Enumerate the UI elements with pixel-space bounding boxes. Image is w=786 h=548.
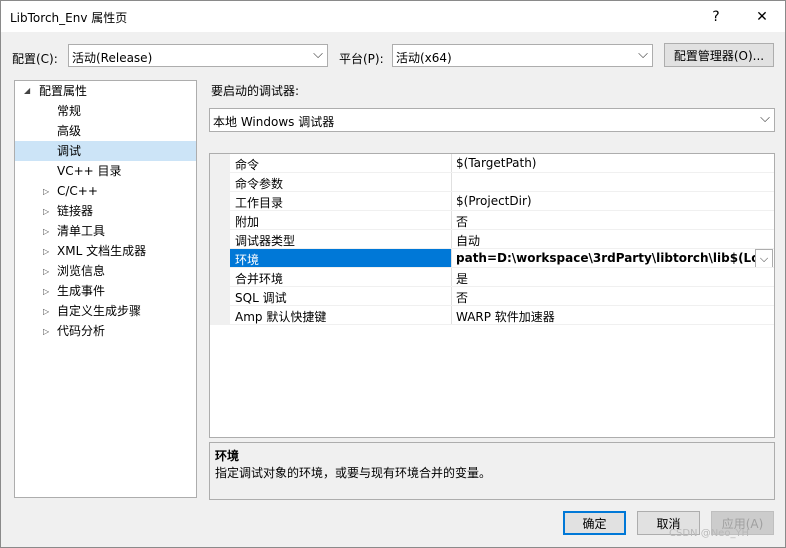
chevron-down-icon: ⌵	[313, 47, 323, 62]
column-separator	[451, 268, 452, 287]
column-separator	[451, 230, 452, 249]
tree-item-vc-directories[interactable]: VC++ 目录	[57, 161, 187, 181]
row-gutter	[210, 211, 230, 230]
property-name: 命令	[235, 158, 260, 172]
tree-item-build-events[interactable]: 生成事件	[57, 281, 105, 301]
watermark: CSDN @Neo_YH	[669, 528, 750, 539]
column-separator	[451, 287, 452, 306]
tree-item-cpp[interactable]: C/C++	[57, 181, 98, 201]
row-gutter	[210, 192, 230, 211]
description-title: 环境	[215, 449, 240, 463]
config-label: 配置(C):	[12, 52, 58, 66]
row-gutter	[210, 230, 230, 249]
collapsed-triangle-icon[interactable]: ▷	[43, 267, 49, 276]
chevron-down-icon[interactable]: ⌵	[755, 249, 773, 268]
property-row-debugger-type[interactable]: 调试器类型 自动	[210, 230, 774, 249]
property-name: 合并环境	[235, 272, 284, 286]
property-name: 环境	[235, 253, 260, 267]
debugger-value: 本地 Windows 调试器	[213, 115, 335, 129]
config-dropdown[interactable]: 活动(Release) ⌵	[68, 44, 328, 67]
property-value[interactable]: $(TargetPath)	[456, 156, 536, 170]
tree-item-code-analysis[interactable]: 代码分析	[57, 321, 105, 341]
property-name: Amp 默认快捷键	[235, 310, 327, 324]
help-button[interactable]: ?	[693, 1, 739, 32]
tree-item-custom-build-step[interactable]: 自定义生成步骤	[57, 301, 141, 321]
tree-item-advanced[interactable]: 高级	[57, 121, 187, 141]
name-cell	[230, 211, 451, 230]
name-cell	[230, 154, 451, 173]
window-title: LibTorch_Env 属性页	[10, 11, 128, 25]
column-separator	[451, 154, 452, 173]
property-pages-window: LibTorch_Env 属性页 ? ✕ 配置(C): 活动(Release) …	[0, 0, 786, 548]
row-gutter	[210, 306, 230, 325]
property-row-sql-debugging[interactable]: SQL 调试 否	[210, 287, 774, 306]
collapsed-triangle-icon[interactable]: ▷	[43, 307, 49, 316]
column-separator	[451, 211, 452, 230]
property-value[interactable]: 是	[456, 270, 468, 287]
property-tree[interactable]: ◢ 配置属性 常规 高级 调试 VC++ 目录 ▷ C/C++ ▷ 链接器 ▷ …	[14, 80, 197, 498]
close-button[interactable]: ✕	[739, 1, 785, 32]
property-row-command[interactable]: 命令 $(TargetPath)	[210, 154, 774, 173]
property-row-working-directory[interactable]: 工作目录 $(ProjectDir)	[210, 192, 774, 211]
debugger-dropdown[interactable]: 本地 Windows 调试器 ⌵	[209, 108, 775, 132]
platform-value: 活动(x64)	[396, 51, 452, 65]
property-value[interactable]: WARP 软件加速器	[456, 308, 555, 325]
property-row-command-args[interactable]: 命令参数	[210, 173, 774, 192]
config-manager-button[interactable]: 配置管理器(O)...	[664, 43, 774, 67]
property-value[interactable]: $(ProjectDir)	[456, 194, 532, 208]
config-value: 活动(Release)	[72, 51, 153, 65]
row-gutter	[210, 154, 230, 173]
name-cell	[230, 249, 451, 268]
collapsed-triangle-icon[interactable]: ▷	[43, 207, 49, 216]
property-name: 调试器类型	[235, 234, 296, 248]
debugger-label: 要启动的调试器:	[211, 84, 300, 98]
tree-item-manifest-tool[interactable]: 清单工具	[57, 221, 105, 241]
column-separator	[451, 192, 452, 211]
tree-item-xml-doc-generator[interactable]: XML 文档生成器	[57, 241, 146, 261]
collapsed-triangle-icon[interactable]: ▷	[43, 227, 49, 236]
chevron-down-icon: ⌵	[638, 47, 648, 62]
row-gutter	[210, 287, 230, 306]
property-grid[interactable]: 命令 $(TargetPath) 命令参数 工作目录 $(ProjectDir)…	[209, 153, 775, 438]
tree-item-debugging[interactable]: 调试	[15, 141, 196, 161]
row-gutter	[210, 268, 230, 287]
tree-item-browse-info[interactable]: 浏览信息	[57, 261, 105, 281]
property-name: 附加	[235, 215, 260, 229]
property-row-environment[interactable]: 环境 path=D:\workspace\3rdParty\libtorch\l…	[210, 249, 774, 268]
platform-label: 平台(P):	[339, 52, 384, 66]
collapsed-triangle-icon[interactable]: ▷	[43, 287, 49, 296]
collapsed-triangle-icon[interactable]: ▷	[43, 327, 49, 336]
row-divider	[230, 324, 774, 325]
column-separator	[451, 306, 452, 325]
tree-item-general[interactable]: 常规	[57, 101, 187, 121]
property-value[interactable]: 否	[456, 213, 468, 230]
ok-button[interactable]: 确定	[563, 511, 626, 535]
property-name: 工作目录	[235, 196, 284, 210]
row-gutter	[210, 249, 230, 268]
column-separator	[451, 173, 452, 192]
collapsed-triangle-icon[interactable]: ▷	[43, 247, 49, 256]
property-value[interactable]: 自动	[456, 232, 480, 249]
tree-item-linker[interactable]: 链接器	[57, 201, 93, 221]
property-name: SQL 调试	[235, 291, 287, 305]
tree-root-config-properties[interactable]: 配置属性	[39, 81, 87, 101]
title-bar: LibTorch_Env 属性页 ? ✕	[1, 1, 785, 32]
property-row-amp-default-accelerator[interactable]: Amp 默认快捷键 WARP 软件加速器	[210, 306, 774, 325]
property-name: 命令参数	[235, 177, 284, 191]
column-separator	[451, 249, 452, 268]
row-gutter	[210, 173, 230, 192]
expanded-triangle-icon[interactable]: ◢	[24, 86, 30, 95]
collapsed-triangle-icon[interactable]: ▷	[43, 187, 49, 196]
platform-dropdown[interactable]: 活动(x64) ⌵	[392, 44, 653, 67]
property-row-attach[interactable]: 附加 否	[210, 211, 774, 230]
property-value[interactable]: 否	[456, 289, 468, 306]
property-row-merge-environment[interactable]: 合并环境 是	[210, 268, 774, 287]
property-value-environment[interactable]: path=D:\workspace\3rdParty\libtorch\lib$…	[456, 251, 756, 265]
description-text: 指定调试对象的环境，或要与现有环境合并的变量。	[215, 466, 492, 480]
description-pane: 环境 指定调试对象的环境，或要与现有环境合并的变量。	[209, 442, 775, 500]
chevron-down-icon: ⌵	[760, 111, 770, 126]
